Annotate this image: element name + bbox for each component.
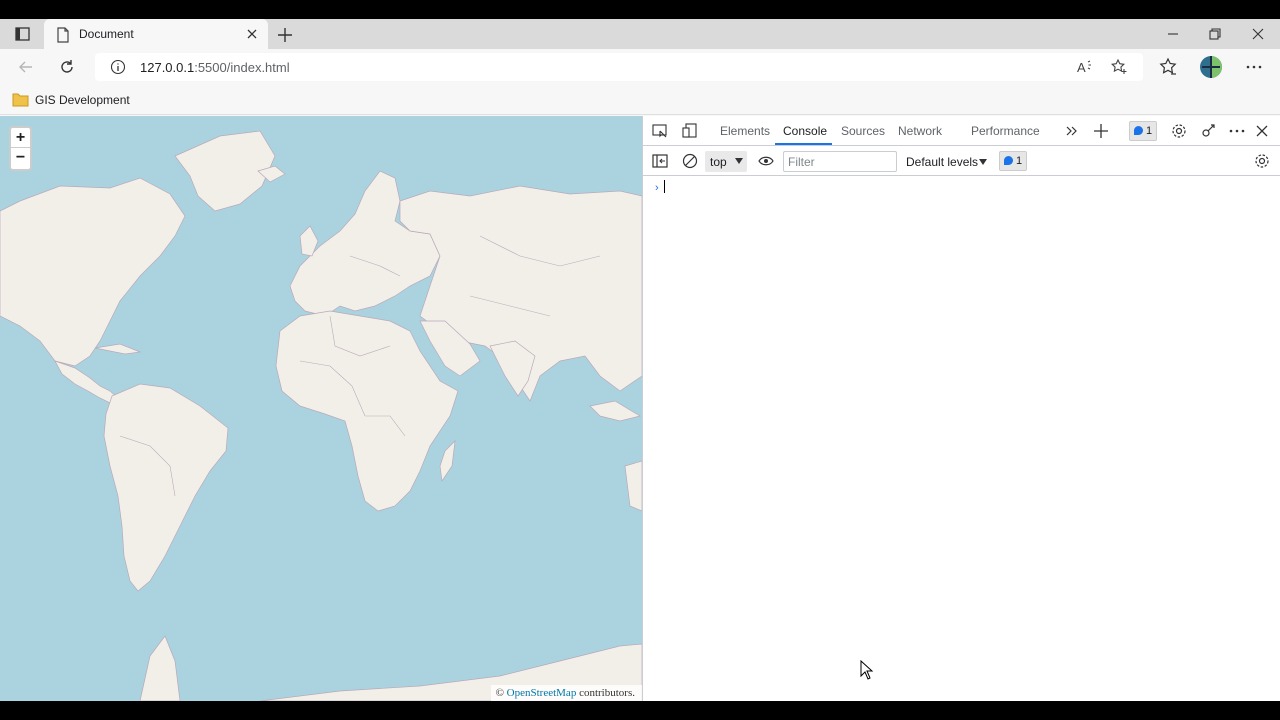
devtools-panel: Elements Console Sources Network Perform… [642, 116, 1280, 701]
add-favorite-icon[interactable] [1110, 58, 1128, 79]
tab-network[interactable]: Network [898, 124, 942, 138]
filter-input[interactable]: Filter [783, 151, 897, 172]
favorite-gis-development[interactable]: GIS Development [35, 93, 130, 107]
map-attribution: © OpenStreetMap contributors. [490, 685, 642, 701]
tab-elements[interactable]: Elements [720, 124, 770, 138]
context-value: top [710, 155, 727, 169]
tab-actions-menu-icon[interactable] [8, 23, 36, 45]
favorites-icon[interactable] [1158, 57, 1178, 77]
zoom-in-button[interactable]: + [11, 128, 30, 148]
live-expression-eye-icon[interactable] [757, 152, 775, 170]
browser-window: Document 127.0.0.1:5500/index.html A GIS… [0, 19, 1280, 701]
customize-menu-icon[interactable] [1228, 122, 1246, 140]
close-devtools-icon[interactable] [1253, 122, 1271, 140]
tab-strip: Document [0, 19, 1280, 49]
tab-sources[interactable]: Sources [841, 124, 885, 138]
mouse-cursor-icon [860, 659, 874, 683]
console-prompt-icon: › [655, 182, 659, 194]
url-text: 127.0.0.1:5500/index.html [140, 60, 290, 75]
log-levels-dropdown[interactable]: Default levels [906, 155, 978, 169]
leaflet-map[interactable]: + − © OpenStreetMap contributors. [0, 116, 642, 701]
madagascar-east-island [624, 460, 642, 512]
back-icon[interactable] [16, 57, 36, 77]
attribution-prefix: © [495, 687, 507, 699]
console-settings-icon[interactable] [1253, 152, 1271, 170]
tab-console[interactable]: Console [783, 124, 827, 138]
dropdown-arrow-icon [735, 158, 743, 164]
console-input-caret[interactable] [664, 180, 665, 193]
read-aloud-icon[interactable]: A [1076, 58, 1094, 79]
active-tab-indicator [775, 143, 832, 145]
info-icon[interactable] [110, 59, 126, 78]
device-emulation-icon[interactable] [681, 122, 699, 140]
feedback-icon[interactable] [1200, 122, 1218, 140]
antarctica-landmass [139, 635, 181, 701]
south-america-landmass [103, 383, 229, 592]
levels-arrow-icon [979, 159, 987, 165]
sidebar-toggle-icon[interactable] [651, 152, 669, 170]
north-america-landmass [0, 177, 186, 367]
folder-icon [12, 92, 29, 110]
add-tool-icon[interactable] [1092, 122, 1110, 140]
issues-badge[interactable]: 1 [1129, 121, 1158, 141]
more-menu-icon[interactable] [1244, 57, 1264, 77]
refresh-icon[interactable] [57, 57, 77, 77]
tab-performance[interactable]: Performance [971, 124, 1040, 138]
settings-gear-icon[interactable] [1170, 122, 1188, 140]
message-icon [1004, 156, 1013, 165]
tab-close-icon[interactable] [244, 26, 260, 42]
url-host: 127.0.0.1 [140, 60, 195, 75]
console-messages-badge[interactable]: 1 [999, 151, 1028, 171]
openstreetmap-link[interactable]: OpenStreetMap [507, 687, 577, 699]
inspect-element-icon[interactable] [651, 122, 669, 140]
world-basemap [0, 130, 642, 701]
devtools-tab-bar: Elements Console Sources Network Perform… [643, 116, 1280, 146]
attribution-suffix: contributors. [576, 687, 635, 699]
page-content: + − © OpenStreetMap contributors. Elemen… [0, 116, 1280, 701]
zoom-out-button[interactable]: − [11, 148, 30, 168]
message-icon [1134, 126, 1143, 135]
madagascar-landmass [439, 440, 456, 482]
browser-toolbar: 127.0.0.1:5500/index.html A [0, 49, 1280, 85]
issues-count: 1 [1146, 125, 1153, 137]
favorites-bar: GIS Development [0, 85, 1280, 115]
more-tabs-chevron-icon[interactable] [1063, 122, 1081, 140]
address-bar[interactable]: 127.0.0.1:5500/index.html A [95, 53, 1143, 81]
browser-tab[interactable]: Document [44, 19, 268, 49]
restore-icon[interactable] [1207, 26, 1223, 42]
console-toolbar: top Filter Default levels 1 [643, 147, 1280, 176]
close-window-icon[interactable] [1250, 26, 1266, 42]
indonesia-landmass [589, 400, 641, 422]
profile-avatar[interactable] [1199, 55, 1223, 79]
central-america-landmass [54, 360, 119, 405]
clear-console-icon[interactable] [681, 152, 699, 170]
context-selector[interactable]: top [705, 151, 747, 172]
url-path: :5500/index.html [194, 60, 290, 75]
cuba-landmass [94, 343, 142, 355]
tab-title: Document [79, 27, 134, 41]
filter-placeholder: Filter [788, 155, 815, 169]
minimize-icon[interactable] [1165, 26, 1181, 42]
svg-text:A: A [1077, 60, 1086, 75]
zoom-control: + − [9, 126, 32, 171]
document-icon [56, 27, 70, 46]
new-tab-icon[interactable] [276, 26, 294, 44]
message-count: 1 [1016, 155, 1023, 167]
